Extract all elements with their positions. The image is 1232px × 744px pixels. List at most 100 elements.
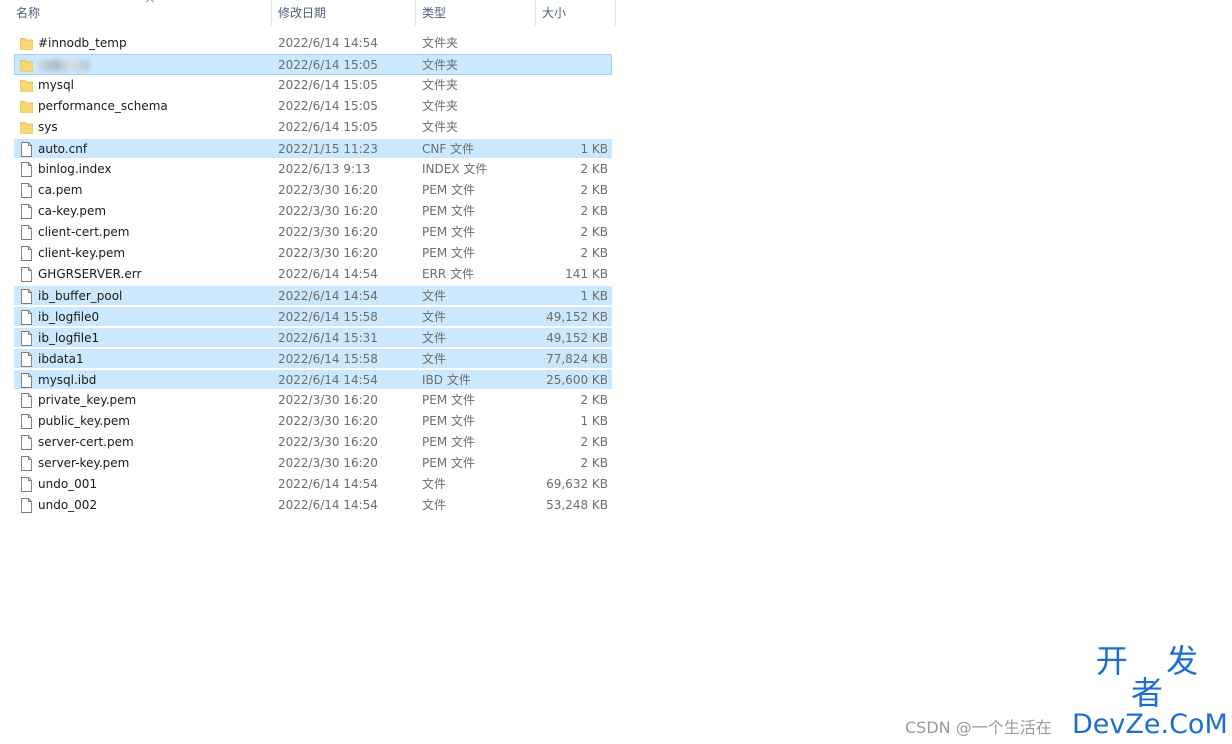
file-size: 53,248 KB — [546, 498, 608, 512]
file-type: 文件 — [422, 289, 447, 303]
column-header-date-label: 修改日期 — [278, 6, 327, 20]
file-row[interactable]: auto.cnf 2022/1/15 11:23 CNF 文件 1 KB — [14, 138, 612, 159]
file-type: 文件 — [422, 310, 447, 324]
file-size: 69,632 KB — [546, 477, 608, 491]
file-name: sys — [38, 120, 58, 134]
file-name: private_key.pem — [38, 393, 137, 407]
file-type: PEM 文件 — [422, 456, 475, 470]
file-type: ERR 文件 — [422, 267, 475, 281]
file-size: 49,152 KB — [546, 310, 608, 324]
file-row[interactable]: ca.pem 2022/3/30 16:20 PEM 文件 2 KB — [14, 180, 612, 201]
file-icon — [20, 183, 33, 198]
file-modified-date: 2022/6/14 14:54 — [278, 373, 378, 387]
file-name: auto.cnf — [38, 142, 88, 156]
file-name: #innodb_temp — [38, 36, 127, 50]
file-name: ibdata1 — [38, 352, 84, 366]
file-size: 141 KB — [565, 267, 608, 281]
file-modified-date: 2022/6/14 15:05 — [278, 120, 378, 134]
file-row[interactable]: ib_buffer_pool 2022/6/14 14:54 文件 1 KB — [14, 285, 612, 306]
file-icon — [20, 456, 33, 471]
file-modified-date: 2022/6/14 14:54 — [278, 289, 378, 303]
file-row[interactable]: undo_002 2022/6/14 14:54 文件 53,248 KB — [14, 495, 612, 516]
file-modified-date: 2022/3/30 16:20 — [278, 414, 378, 428]
file-row[interactable]: performance_schema 2022/6/14 15:05 文件夹 — [14, 96, 612, 117]
file-icon — [20, 373, 33, 388]
file-modified-date: 2022/6/14 15:58 — [278, 310, 378, 324]
file-size: 2 KB — [580, 204, 608, 218]
file-row[interactable]: public_key.pem 2022/3/30 16:20 PEM 文件 1 KB — [14, 411, 612, 432]
file-modified-date: 2022/1/15 11:23 — [278, 142, 378, 156]
file-list: #innodb_temp 2022/6/14 14:54 文件夹 2022/6/14 … — [14, 33, 612, 516]
file-name: public_key.pem — [38, 414, 130, 428]
file-row[interactable]: undo_001 2022/6/14 14:54 文件 69,632 KB — [14, 474, 612, 495]
column-header-type[interactable]: 类型 — [416, 0, 536, 26]
file-type: PEM 文件 — [422, 204, 475, 218]
file-type: PEM 文件 — [422, 435, 475, 449]
file-type: PEM 文件 — [422, 225, 475, 239]
file-row[interactable]: client-cert.pem 2022/3/30 16:20 PEM 文件 2 KB — [14, 222, 612, 243]
file-row[interactable]: 2022/6/14 15:05 文件夹 — [14, 54, 612, 75]
file-name: ca-key.pem — [38, 204, 107, 218]
file-modified-date: 2022/6/14 15:58 — [278, 352, 378, 366]
file-row[interactable]: server-key.pem 2022/3/30 16:20 PEM 文件 2 KB — [14, 453, 612, 474]
file-row[interactable]: ib_logfile1 2022/6/14 15:31 文件 49,152 KB — [14, 327, 612, 348]
file-type: 文件夹 — [422, 120, 459, 134]
file-row[interactable]: #innodb_temp 2022/6/14 14:54 文件夹 — [14, 33, 612, 54]
file-icon — [20, 267, 33, 282]
file-modified-date: 2022/6/13 9:13 — [278, 162, 371, 176]
file-size: 2 KB — [580, 456, 608, 470]
file-type: PEM 文件 — [422, 414, 475, 428]
file-size: 1 KB — [580, 142, 608, 156]
column-header-name-label: 名称 — [16, 6, 41, 20]
file-row[interactable]: ca-key.pem 2022/3/30 16:20 PEM 文件 2 KB — [14, 201, 612, 222]
file-name: binlog.index — [38, 162, 112, 176]
column-header-bar: 名称 修改日期 类型 大小 — [0, 0, 616, 28]
devze-logo-cn: 开 发 者 — [1095, 642, 1213, 712]
column-header-size[interactable]: 大小 — [536, 0, 616, 26]
column-header-name[interactable]: 名称 — [10, 0, 272, 26]
file-size: 2 KB — [580, 393, 608, 407]
file-modified-date: 2022/3/30 16:20 — [278, 183, 378, 197]
file-modified-date: 2022/3/30 16:20 — [278, 456, 378, 470]
file-row[interactable]: ibdata1 2022/6/14 15:58 文件 77,824 KB — [14, 348, 612, 369]
file-type: 文件 — [422, 331, 447, 345]
file-icon — [20, 142, 33, 157]
file-icon — [20, 162, 33, 177]
column-header-date[interactable]: 修改日期 — [272, 0, 416, 26]
file-row[interactable]: sys 2022/6/14 15:05 文件夹 — [14, 117, 612, 138]
column-header-type-label: 类型 — [422, 6, 447, 20]
file-type: 文件夹 — [422, 58, 459, 72]
file-row[interactable]: mysql 2022/6/14 15:05 文件夹 — [14, 75, 612, 96]
file-row[interactable]: GHGRSERVER.err 2022/6/14 14:54 ERR 文件 141 K… — [14, 264, 612, 285]
file-type: IBD 文件 — [422, 373, 471, 387]
file-row[interactable]: mysql.ibd 2022/6/14 14:54 IBD 文件 25,600 KB — [14, 369, 612, 390]
file-size: 2 KB — [580, 435, 608, 449]
file-type: PEM 文件 — [422, 393, 475, 407]
file-row[interactable]: binlog.index 2022/6/13 9:13 INDEX 文件 2 KB — [14, 159, 612, 180]
file-icon — [20, 310, 33, 325]
file-modified-date: 2022/3/30 16:20 — [278, 435, 378, 449]
file-icon — [20, 225, 33, 240]
file-icon — [20, 414, 33, 429]
folder-icon — [20, 99, 33, 114]
file-size: 77,824 KB — [546, 352, 608, 366]
file-modified-date: 2022/6/14 14:54 — [278, 477, 378, 491]
file-size: 2 KB — [580, 246, 608, 260]
file-type: 文件夹 — [422, 99, 459, 113]
file-name: GHGRSERVER.err — [38, 267, 142, 281]
devze-logo-en: DevZe.CoM — [1072, 709, 1228, 740]
file-row[interactable]: private_key.pem 2022/3/30 16:20 PEM 文件 2 KB — [14, 390, 612, 411]
file-type: 文件 — [422, 477, 447, 491]
file-type: 文件夹 — [422, 78, 459, 92]
csdn-watermark: CSDN @一个生活在 — [905, 718, 1052, 737]
file-row[interactable]: client-key.pem 2022/3/30 16:20 PEM 文件 2 KB — [14, 243, 612, 264]
folder-icon — [20, 58, 33, 73]
file-row[interactable]: ib_logfile0 2022/6/14 15:58 文件 49,152 KB — [14, 306, 612, 327]
file-row[interactable]: server-cert.pem 2022/3/30 16:20 PEM 文件 2 KB — [14, 432, 612, 453]
folder-icon — [20, 78, 33, 93]
devze-logo: 开 发 者 DevZe.CoM — [1072, 642, 1228, 740]
file-name: server-cert.pem — [38, 435, 134, 449]
file-modified-date: 2022/6/14 15:05 — [278, 99, 378, 113]
file-name: undo_001 — [38, 477, 98, 491]
file-modified-date: 2022/6/14 14:54 — [278, 498, 378, 512]
